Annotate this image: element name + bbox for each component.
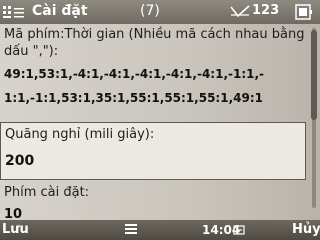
pause-interval-value[interactable]: 200 (5, 151, 301, 171)
key-time-label: Mã phím:Thời gian (Nhiều mã cách nhau bằ… (4, 27, 305, 59)
key-time-field[interactable]: Mã phím:Thời gian (Nhiều mã cách nhau bằ… (4, 26, 308, 108)
item-count: (7) (140, 3, 160, 19)
settings-form: Mã phím:Thời gian (Nhiều mã cách nhau bằ… (0, 24, 320, 220)
battery-level-text: 123 (252, 3, 280, 18)
signal-check-icon (230, 4, 250, 22)
key-time-value-line2: 1:1,-1:1,53:1,35:1,55:1,55:1,55:1,49:1 (4, 91, 263, 105)
input-mode-icon (232, 224, 246, 239)
key-time-value-line1: 49:1,53:1,-4:1,-4:1,-4:1,-4:1,-4:1,-1:1,… (4, 67, 265, 81)
softkey-bar: Lưu 14:04 Hủy (0, 220, 320, 240)
save-softkey[interactable]: Lưu (2, 222, 29, 237)
cancel-softkey[interactable]: Hủy (292, 222, 320, 237)
setting-key-field[interactable]: Phím cài đặt: 10 (4, 184, 308, 219)
pause-interval-label: Quãng nghỉ (mili giây): (5, 127, 155, 142)
status-bar: Cài đặt (7) 123 (0, 0, 320, 24)
battery-icon (292, 3, 316, 21)
pause-interval-field[interactable]: Quãng nghỉ (mili giây): 200 (0, 122, 306, 180)
app-title: Cài đặt (32, 3, 88, 19)
keypad-mode-icon (124, 223, 138, 238)
menu-grid-icon[interactable] (2, 4, 28, 20)
setting-key-value: 10 (4, 207, 23, 219)
setting-key-label: Phím cài đặt: (4, 185, 90, 200)
scrollbar-thumb[interactable] (311, 30, 317, 120)
